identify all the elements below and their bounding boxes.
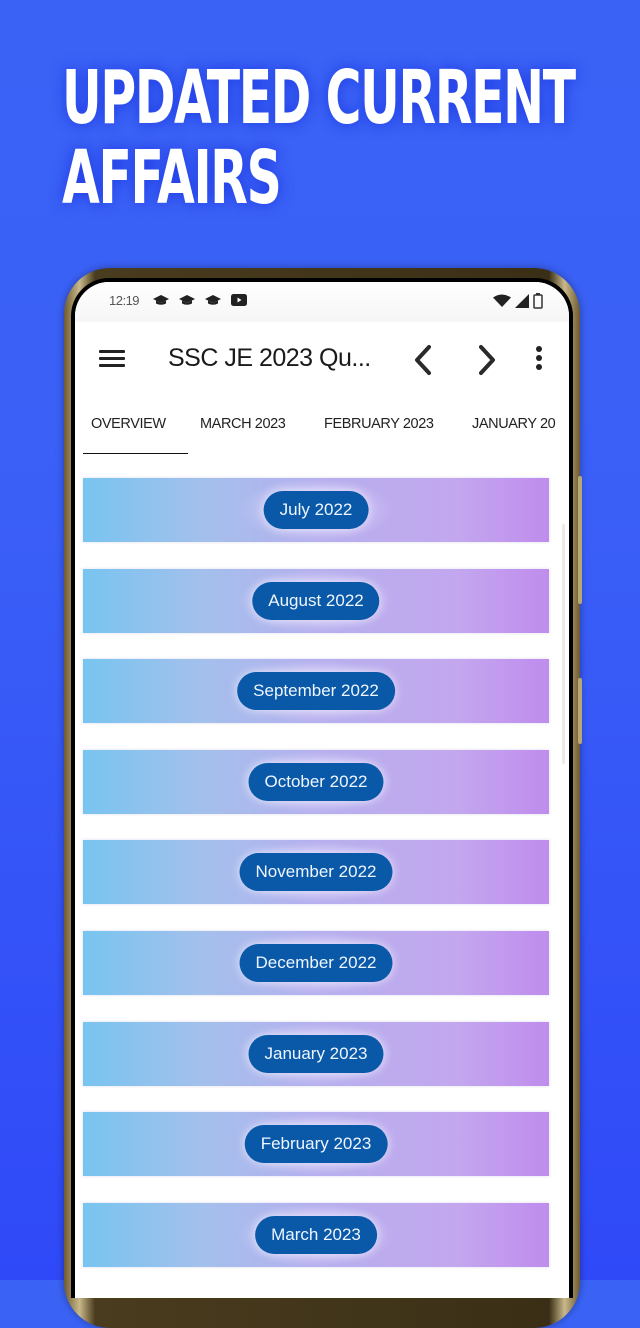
phone-power-button xyxy=(578,678,582,744)
app-screen: 12:19 SSC JE 2023 Qu... OVERVIEW MARCH 2… xyxy=(75,282,569,1298)
list-item: September 2022 xyxy=(83,659,549,723)
tab-bar: OVERVIEW MARCH 2023 FEBRUARY 2023 JANUAR… xyxy=(75,398,569,456)
tab-overview[interactable]: OVERVIEW xyxy=(91,416,166,432)
month-button[interactable]: September 2022 xyxy=(237,672,395,710)
month-button[interactable]: July 2022 xyxy=(263,491,369,529)
promo-headline: UPDATED CURRENT AFFAIRS xyxy=(62,55,576,221)
app-bar: SSC JE 2023 Qu... xyxy=(75,322,569,398)
tab-january-2023[interactable]: JANUARY 20 xyxy=(472,416,556,432)
month-list: July 2022 August 2022 September 2022 Oct… xyxy=(75,454,569,1298)
month-button[interactable]: December 2022 xyxy=(239,944,393,982)
tab-march-2023[interactable]: MARCH 2023 xyxy=(200,416,286,432)
month-button[interactable]: November 2022 xyxy=(239,853,393,891)
status-time: 12:19 xyxy=(109,293,140,308)
list-item: July 2022 xyxy=(83,478,549,542)
chevron-left-icon[interactable] xyxy=(409,342,439,378)
list-item: August 2022 xyxy=(83,569,549,633)
battery-icon xyxy=(533,293,543,309)
scrollbar[interactable] xyxy=(562,524,565,764)
graduation-cap-icon xyxy=(205,295,221,305)
list-item: January 2023 xyxy=(83,1022,549,1086)
month-button[interactable]: August 2022 xyxy=(252,582,380,620)
chevron-right-icon[interactable] xyxy=(471,342,501,378)
list-item: March 2023 xyxy=(83,1203,549,1267)
phone-volume-button xyxy=(578,476,582,604)
graduation-cap-icon xyxy=(179,295,195,305)
month-button[interactable]: February 2023 xyxy=(244,1125,388,1163)
youtube-icon xyxy=(231,294,247,306)
phone-screen: 12:19 SSC JE 2023 Qu... OVERVIEW MARCH 2… xyxy=(71,278,573,1298)
list-item: December 2022 xyxy=(83,931,549,995)
system-icons xyxy=(493,293,543,309)
status-bar: 12:19 xyxy=(75,282,569,322)
headline-line-2: AFFAIRS xyxy=(62,135,282,221)
menu-icon[interactable] xyxy=(99,350,125,370)
list-item: October 2022 xyxy=(83,750,549,814)
tab-february-2023[interactable]: FEBRUARY 2023 xyxy=(324,416,434,432)
app-title: SSC JE 2023 Qu... xyxy=(168,344,371,372)
month-button[interactable]: January 2023 xyxy=(248,1035,384,1073)
month-button[interactable]: March 2023 xyxy=(255,1216,377,1254)
graduation-cap-icon xyxy=(153,295,169,305)
signal-icon xyxy=(515,294,529,308)
more-vertical-icon[interactable] xyxy=(533,346,545,376)
month-button[interactable]: October 2022 xyxy=(248,763,384,801)
wifi-icon xyxy=(493,294,511,307)
list-item: February 2023 xyxy=(83,1112,549,1176)
list-item: November 2022 xyxy=(83,840,549,904)
headline-line-1: UPDATED CURRENT xyxy=(62,55,576,141)
